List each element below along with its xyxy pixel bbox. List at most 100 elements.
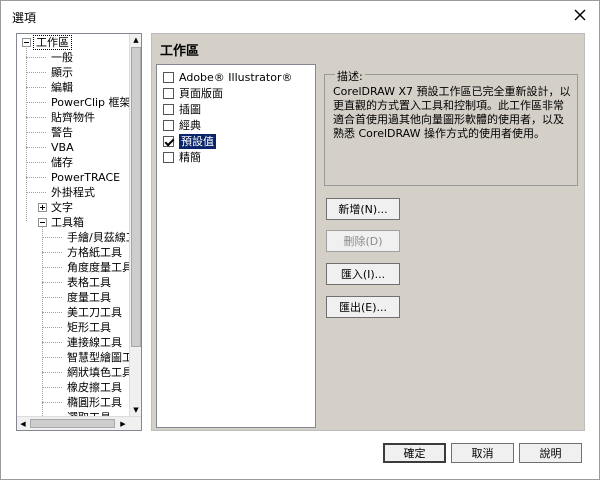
tree-item[interactable]: 網狀填色工具	[65, 365, 130, 380]
tree-item[interactable]: 貼齊物件	[49, 110, 97, 125]
tree-item-label: 手繪/貝茲線工	[67, 231, 130, 244]
tree-connector	[26, 72, 46, 73]
workspace-list[interactable]: Adobe® Illustrator® 頁面版面插圖經典預設值精簡	[156, 64, 316, 428]
tree-item-label: 美工刀工具	[67, 306, 122, 319]
tree-vertical-scroll-thumb[interactable]	[131, 47, 141, 347]
unchecked-checkbox[interactable]	[163, 104, 174, 115]
expand-plus-icon[interactable]	[38, 203, 47, 212]
tree-connector	[26, 147, 46, 148]
tree-item-label: 方格紙工具	[67, 246, 122, 259]
workspace-list-item[interactable]: Adobe® Illustrator®	[163, 70, 293, 85]
tree-item-label: 連接線工具	[67, 336, 122, 349]
workspace-label: 精簡	[179, 151, 201, 164]
tree-item[interactable]: 橢圓形工具	[65, 395, 124, 410]
tree-item[interactable]: 智慧型繪圖工	[65, 350, 130, 365]
tree-item[interactable]: 矩形工具	[65, 320, 113, 335]
unchecked-checkbox[interactable]	[163, 152, 174, 163]
tree-item[interactable]: 角度度量工具	[65, 260, 130, 275]
tree-item[interactable]: 警告	[49, 125, 75, 140]
tree-connector	[42, 342, 62, 343]
tree-item[interactable]: 度量工具	[65, 290, 113, 305]
tree-item[interactable]: PowerTRACE	[49, 170, 122, 185]
tree-vertical-scrollbar[interactable]: ▲ ▼	[129, 34, 141, 416]
new-workspace-button[interactable]: 新增(N)...	[326, 198, 400, 220]
close-button[interactable]	[567, 4, 593, 26]
checked-checkbox[interactable]	[163, 136, 174, 147]
help-button[interactable]: 說明	[519, 443, 582, 463]
tree-horizontal-scrollbar[interactable]: ◀ ▶	[17, 416, 141, 430]
title-bar: 選項	[1, 1, 599, 31]
import-workspace-button[interactable]: 匯入(I)...	[326, 263, 400, 285]
tree-item-label: 貼齊物件	[51, 111, 95, 124]
tree-connector	[42, 357, 62, 358]
workspace-settings-panel: 工作區 Adobe® Illustrator® 頁面版面插圖經典預設值精簡 描述:…	[151, 33, 585, 431]
tree-item[interactable]: 工作區	[33, 35, 72, 50]
tree-item[interactable]: 方格紙工具	[65, 245, 124, 260]
tree-item-label: PowerClip 框架	[51, 96, 130, 109]
tree-horizontal-scroll-thumb[interactable]	[30, 419, 115, 428]
workspace-label: 頁面版面	[179, 87, 223, 100]
description-label: 描述:	[335, 68, 365, 84]
workspace-label: 經典	[179, 119, 201, 132]
tree-guide-line	[26, 46, 27, 221]
tree-item-label: 文字	[51, 201, 73, 214]
tree-item-label: 度量工具	[67, 291, 111, 304]
tree-item[interactable]: 手繪/貝茲線工	[65, 230, 130, 245]
tree-guide-line	[42, 226, 43, 416]
workspace-list-item[interactable]: 精簡	[163, 150, 201, 165]
tree-item-label: 儲存	[51, 156, 73, 169]
cancel-button[interactable]: 取消	[451, 443, 514, 463]
tree-item[interactable]: 橡皮擦工具	[65, 380, 124, 395]
tree-connector	[26, 162, 46, 163]
category-tree[interactable]: 工作區 一般 顯示編輯 PowerClip 框架 貼齊物件警告 VBA 儲存 PowerTRA…	[16, 33, 142, 431]
tree-item[interactable]: 一般	[49, 50, 75, 65]
unchecked-checkbox[interactable]	[163, 120, 174, 131]
tree-connector	[42, 297, 62, 298]
tree-item-label: 角度度量工具	[67, 261, 130, 274]
delete-workspace-button[interactable]: 刪除(D)	[326, 230, 400, 252]
workspace-list-item[interactable]: 預設值	[163, 134, 216, 149]
tree-item[interactable]: 儲存	[49, 155, 75, 170]
scroll-right-arrow-icon[interactable]: ▶	[117, 417, 129, 430]
tree-item[interactable]: 文字	[49, 200, 75, 215]
tree-item[interactable]: 美工刀工具	[65, 305, 124, 320]
ok-button[interactable]: 確定	[383, 443, 446, 463]
window-title: 選項	[12, 11, 37, 25]
tree-connector	[42, 282, 62, 283]
tree-connector	[42, 267, 62, 268]
tree-item[interactable]: 顯示	[49, 65, 75, 80]
tree-connector	[26, 192, 46, 193]
unchecked-checkbox[interactable]	[163, 72, 174, 83]
tree-item-label: 工作區	[33, 35, 72, 50]
tree-item-label: 智慧型繪圖工	[67, 351, 130, 364]
workspace-list-item[interactable]: 插圖	[163, 102, 201, 117]
unchecked-checkbox[interactable]	[163, 88, 174, 99]
tree-item[interactable]: PowerClip 框架	[49, 95, 130, 110]
tree-connector	[26, 117, 46, 118]
tree-item[interactable]: 外掛程式	[49, 185, 97, 200]
tree-item-label: VBA	[51, 141, 74, 154]
workspace-label: 預設值	[179, 134, 216, 149]
export-workspace-button[interactable]: 匯出(E)...	[326, 296, 400, 318]
description-text: CorelDRAW X7 預設工作區已完全重新設計，以更直觀的方式置入工具和控制…	[333, 85, 571, 140]
scroll-up-arrow-icon[interactable]: ▲	[130, 34, 141, 46]
tree-connector	[42, 237, 62, 238]
scroll-down-arrow-icon[interactable]: ▼	[130, 404, 141, 416]
tree-item[interactable]: 編輯	[49, 80, 75, 95]
workspace-list-item[interactable]: 頁面版面	[163, 86, 223, 101]
tree-item[interactable]: 工具箱	[49, 215, 86, 230]
tree-item-label: 警告	[51, 126, 73, 139]
tree-item[interactable]: 連接線工具	[65, 335, 124, 350]
page-title: 工作區	[160, 44, 200, 59]
tree-item-label: 編輯	[51, 81, 73, 94]
workspace-list-item[interactable]: 經典	[163, 118, 201, 133]
scroll-left-arrow-icon[interactable]: ◀	[17, 417, 29, 430]
tree-item-label: 表格工具	[67, 276, 111, 289]
tree-item[interactable]: 表格工具	[65, 275, 113, 290]
tree-item[interactable]: VBA	[49, 140, 76, 155]
close-icon	[574, 9, 586, 21]
tree-item-label: 顯示	[51, 66, 73, 79]
tree-connector	[42, 252, 62, 253]
tree-connector	[42, 387, 62, 388]
workspace-label: Adobe® Illustrator®	[179, 71, 293, 84]
